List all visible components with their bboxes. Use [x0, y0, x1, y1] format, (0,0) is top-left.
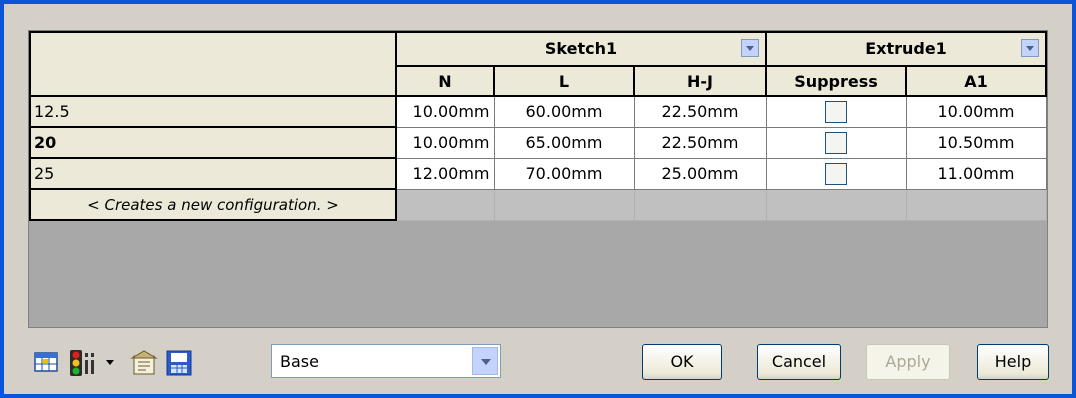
group-header-sketch1: Sketch1	[395, 31, 767, 67]
suppress-checkbox[interactable]	[825, 162, 847, 185]
cell-h-j[interactable]: 22.50mm	[633, 95, 767, 128]
cancel-button[interactable]: Cancel	[757, 344, 841, 380]
column-header-a1[interactable]: A1	[905, 65, 1047, 97]
group-label: Sketch1	[544, 39, 618, 58]
group-header-extrude1: Extrude1	[765, 31, 1047, 67]
apply-button[interactable]: Apply	[866, 344, 950, 380]
cell-suppress	[765, 126, 907, 159]
cell-n[interactable]: 12.00mm	[395, 157, 495, 190]
cell-a1[interactable]: 10.50mm	[905, 126, 1047, 159]
new-configuration-row: < Creates a new configuration. >	[29, 188, 1047, 221]
save-table-icon[interactable]	[166, 350, 192, 376]
empty-cell[interactable]	[633, 188, 767, 221]
cell-l[interactable]: 60.00mm	[493, 95, 635, 128]
column-header-suppress[interactable]: Suppress	[765, 65, 907, 97]
cell-h-j[interactable]: 22.50mm	[633, 126, 767, 159]
dropdown-arrow-icon[interactable]	[104, 350, 116, 374]
table-row: 20 10.00mm 65.00mm 22.50mm 10.50mm	[29, 126, 1047, 159]
new-configuration-label[interactable]: < Creates a new configuration. >	[29, 188, 397, 221]
table-row: 12.5 10.00mm 60.00mm 22.50mm 10.00mm	[29, 95, 1047, 128]
cell-l[interactable]: 70.00mm	[493, 157, 635, 190]
group-label: Extrude1	[865, 39, 947, 58]
table-row: 25 12.00mm 70.00mm 25.00mm 11.00mm	[29, 157, 1047, 190]
window-frame: Sketch1 Extrude1 N L H-J Suppress A1 12.…	[0, 0, 1076, 398]
chevron-down-icon[interactable]	[1021, 39, 1039, 57]
cell-n[interactable]: 10.00mm	[395, 95, 495, 128]
cell-suppress	[765, 157, 907, 190]
chevron-down-icon[interactable]	[472, 347, 498, 375]
configuration-table: Sketch1 Extrude1 N L H-J Suppress A1 12.…	[29, 31, 1047, 221]
cell-h-j[interactable]: 25.00mm	[633, 157, 767, 190]
configuration-name[interactable]: 20	[29, 126, 397, 159]
column-header-n[interactable]: N	[395, 65, 495, 97]
traffic-light-icon[interactable]	[68, 350, 98, 376]
empty-cell[interactable]	[395, 188, 495, 221]
table-corner	[29, 31, 397, 97]
configuration-combo[interactable]: Base	[271, 344, 501, 378]
chevron-down-icon[interactable]	[741, 39, 759, 57]
cell-suppress	[765, 95, 907, 128]
suppress-checkbox[interactable]	[825, 131, 847, 154]
cell-a1[interactable]: 11.00mm	[905, 157, 1047, 190]
configuration-table-area[interactable]: Sketch1 Extrude1 N L H-J Suppress A1 12.…	[28, 30, 1048, 328]
empty-cell[interactable]	[493, 188, 635, 221]
help-button[interactable]: Help	[977, 344, 1049, 380]
column-header-h-j[interactable]: H-J	[633, 65, 767, 97]
ok-button[interactable]: OK	[642, 344, 722, 380]
table-view-icon[interactable]	[34, 350, 58, 374]
empty-cell[interactable]	[765, 188, 907, 221]
configuration-name[interactable]: 25	[29, 157, 397, 190]
cell-a1[interactable]: 10.00mm	[905, 95, 1047, 128]
bottom-toolbar: Base OK Cancel Apply Help	[24, 344, 1054, 384]
suppress-checkbox[interactable]	[825, 100, 847, 123]
column-header-l[interactable]: L	[493, 65, 635, 97]
configuration-name[interactable]: 12.5	[29, 95, 397, 128]
cell-l[interactable]: 65.00mm	[493, 126, 635, 159]
combo-value: Base	[280, 352, 319, 371]
cell-n[interactable]: 10.00mm	[395, 126, 495, 159]
properties-icon[interactable]	[128, 350, 158, 375]
configuration-dialog: Sketch1 Extrude1 N L H-J Suppress A1 12.…	[4, 4, 1072, 394]
empty-cell[interactable]	[905, 188, 1047, 221]
